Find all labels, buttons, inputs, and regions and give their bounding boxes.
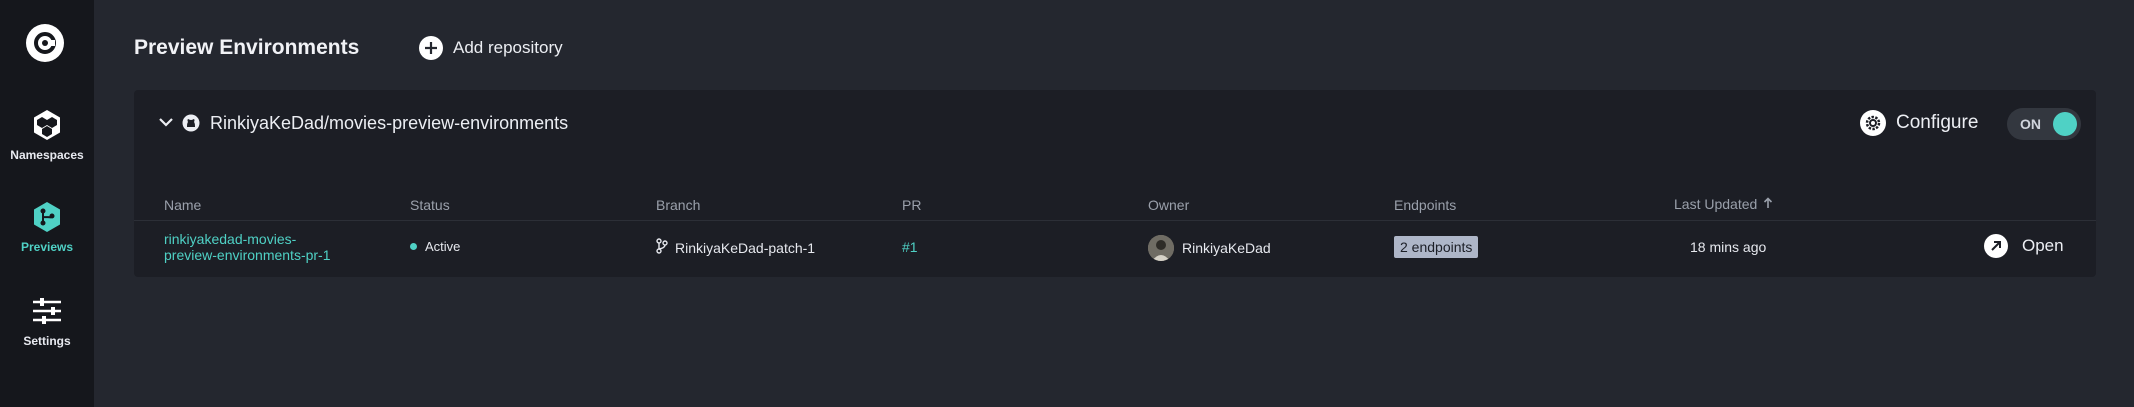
pr-link[interactable]: #1 <box>902 239 918 255</box>
environment-name-link[interactable]: rinkiyakedad-movies- preview-environment… <box>164 231 331 263</box>
main-content: Preview Environments Add repository Rink… <box>94 0 2134 407</box>
sidebar-item-label: Namespaces <box>10 148 84 162</box>
owner-name: RinkiyaKeDad <box>1182 240 1271 256</box>
environment-name-line: preview-environments-pr-1 <box>164 247 331 263</box>
endpoints-cell: 2 endpoints <box>1394 236 1479 258</box>
preview-toggle[interactable]: ON <box>2007 108 2081 140</box>
add-repository-label: Add repository <box>453 38 563 57</box>
add-repository-button[interactable]: Add repository <box>419 36 563 60</box>
external-arrow-icon <box>1984 234 2008 258</box>
repository-header: RinkiyaKeDad/movies-preview-environments… <box>134 90 2096 158</box>
chevron-down-icon[interactable] <box>156 112 176 132</box>
column-header-pr[interactable]: PR <box>902 190 921 220</box>
table-row: rinkiyakedad-movies- preview-environment… <box>134 221 2096 277</box>
brand-logo-icon[interactable] <box>26 24 64 62</box>
status-text: Active <box>425 239 461 254</box>
sidebar-item-settings[interactable]: Settings <box>0 294 94 348</box>
sidebar: Namespaces Previews Settings <box>0 0 94 407</box>
column-header-endpoints[interactable]: Endpoints <box>1394 190 1456 220</box>
environment-name-line: rinkiyakedad-movies- <box>164 231 297 247</box>
column-header-last-updated[interactable]: Last Updated <box>1674 190 1773 218</box>
open-action[interactable]: Open <box>1984 234 2064 258</box>
open-button[interactable]: Open <box>1984 234 2064 258</box>
configure-label: Configure <box>1896 112 1979 133</box>
avatar <box>1148 235 1174 261</box>
sidebar-item-namespaces[interactable]: Namespaces <box>0 108 94 162</box>
toggle-label: ON <box>2020 116 2041 132</box>
branch-name: RinkiyaKeDad-patch-1 <box>675 239 816 256</box>
plus-icon <box>419 36 443 60</box>
table-header: Name Status Branch PR Owner Endpoints La… <box>134 190 2096 221</box>
last-updated-text: 18 mins ago <box>1690 239 1767 255</box>
owner-cell: RinkiyaKeDad <box>1148 235 1271 261</box>
sidebar-item-label: Settings <box>23 334 71 348</box>
branch-cell: RinkiyaKeDad-patch-1 <box>656 238 815 257</box>
sidebar-item-previews[interactable]: Previews <box>0 200 94 254</box>
hexagon-cluster-icon <box>30 108 64 142</box>
endpoints-badge[interactable]: 2 endpoints <box>1394 236 1479 258</box>
configure-button[interactable]: Configure <box>1860 110 1978 136</box>
status-dot-icon <box>410 243 417 250</box>
sliders-icon <box>30 294 64 328</box>
column-header-owner[interactable]: Owner <box>1148 190 1189 220</box>
git-branch-icon <box>656 238 668 257</box>
gear-icon <box>1860 110 1886 136</box>
preview-branch-icon <box>30 200 64 234</box>
column-header-name[interactable]: Name <box>164 190 201 220</box>
repository-name[interactable]: RinkiyaKeDad/movies-preview-environments <box>210 113 568 134</box>
column-header-branch[interactable]: Branch <box>656 190 700 220</box>
column-header-label: Last Updated <box>1674 196 1758 212</box>
column-header-status[interactable]: Status <box>410 190 450 220</box>
page-title: Preview Environments <box>134 36 360 59</box>
arrow-up-icon <box>1763 196 1773 212</box>
sidebar-item-label: Previews <box>20 240 74 254</box>
github-icon <box>182 114 200 132</box>
status-cell: Active <box>410 239 460 254</box>
repository-panel: RinkiyaKeDad/movies-preview-environments… <box>134 90 2096 277</box>
open-label: Open <box>2022 236 2064 255</box>
toggle-knob <box>2053 112 2077 136</box>
